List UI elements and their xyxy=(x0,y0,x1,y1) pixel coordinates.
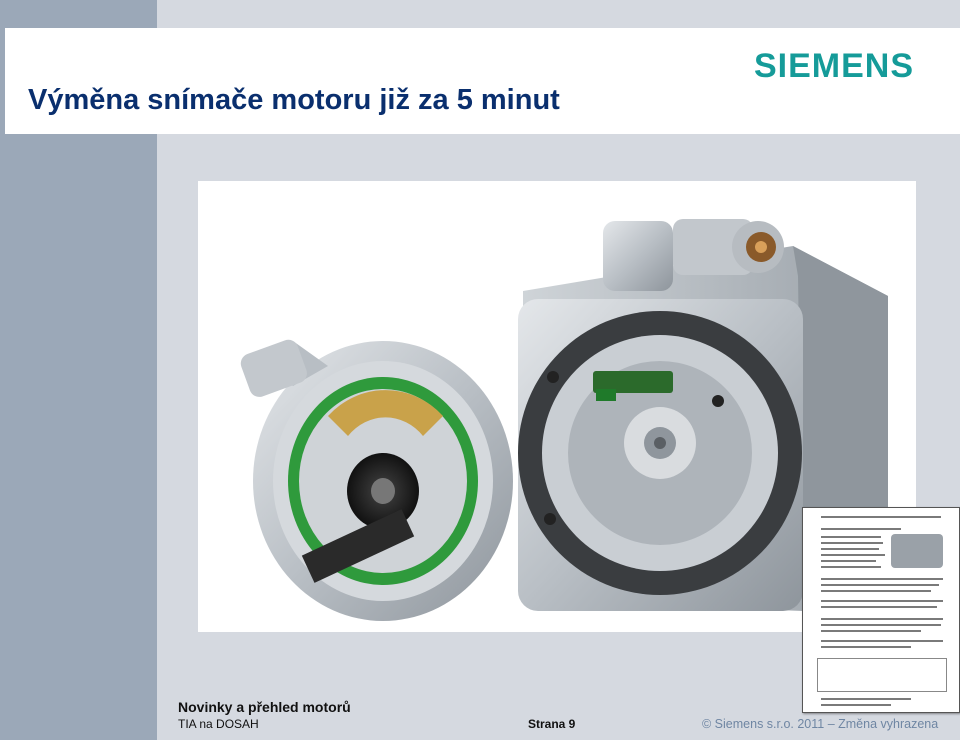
doc-line xyxy=(821,630,921,632)
doc-line xyxy=(821,640,943,642)
doc-line xyxy=(821,566,881,568)
doc-line xyxy=(821,560,876,562)
page-number: Strana 9 xyxy=(528,717,576,731)
doc-line xyxy=(821,536,881,538)
doc-line xyxy=(821,606,937,608)
doc-line xyxy=(821,624,941,626)
doc-line xyxy=(821,554,885,556)
doc-line xyxy=(821,646,911,648)
doc-line xyxy=(821,516,941,518)
footer-subtitle: Novinky a přehled motorů xyxy=(178,699,351,715)
doc-line xyxy=(821,590,931,592)
doc-line xyxy=(821,578,943,580)
doc-line xyxy=(821,704,891,706)
doc-line xyxy=(821,600,943,602)
footer-left-text: TIA na DOSAH xyxy=(178,717,259,731)
doc-line xyxy=(821,584,939,586)
service-document-thumbnail xyxy=(802,507,960,713)
doc-line xyxy=(821,698,911,700)
encoder xyxy=(240,339,513,621)
slide-title: Výměna snímače motoru již za 5 minut xyxy=(28,84,560,116)
doc-line xyxy=(821,618,943,620)
copyright-text: © Siemens s.r.o. 2011 – Změna vyhrazena xyxy=(702,717,939,731)
doc-line xyxy=(821,542,883,544)
doc-line xyxy=(821,528,901,530)
doc-line xyxy=(821,548,879,550)
doc-warning-box xyxy=(817,658,947,692)
siemens-logo: SIEMENS xyxy=(754,47,915,85)
doc-motor-thumb xyxy=(891,534,943,568)
